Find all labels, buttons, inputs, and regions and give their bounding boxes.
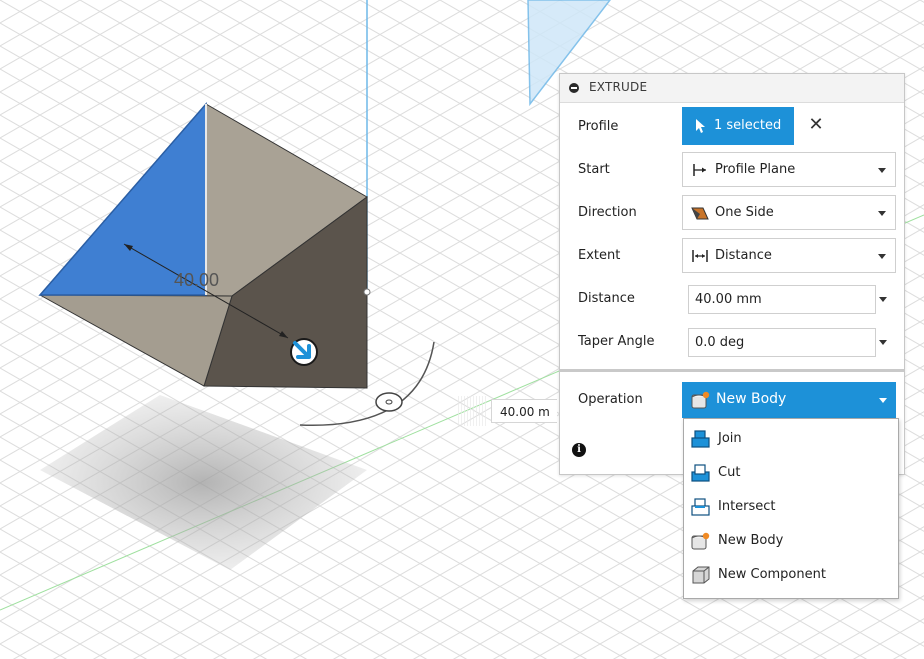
dialog-header[interactable]: EXTRUDE: [560, 74, 904, 103]
distance-dropdown-chevron-icon[interactable]: [879, 297, 887, 302]
operation-label: Operation: [578, 392, 643, 407]
direction-dropdown[interactable]: One Side: [682, 195, 896, 230]
menu-item-label: New Body: [718, 533, 784, 548]
dimension-label: 40.00: [174, 270, 219, 290]
taper-angle-input[interactable]: 0.0 deg: [688, 328, 876, 357]
extrude-dialog: EXTRUDE Profile 1 selected ✕ Start Profi…: [559, 73, 905, 475]
new-body-icon: [691, 391, 710, 409]
extent-value: Distance: [715, 248, 772, 263]
chevron-down-icon: [878, 211, 886, 216]
join-icon: [691, 430, 710, 448]
menu-item-new-body[interactable]: New Body: [684, 524, 898, 558]
extent-label: Extent: [578, 248, 621, 263]
menu-item-label: New Component: [718, 567, 826, 582]
extent-dropdown[interactable]: Distance: [682, 238, 896, 273]
new-component-icon: [692, 566, 710, 584]
direction-value: One Side: [715, 205, 774, 220]
menu-item-intersect[interactable]: Intersect: [684, 490, 898, 524]
distance-icon: [692, 250, 708, 262]
profile-plane-icon: [693, 164, 706, 176]
menu-item-join[interactable]: Join: [684, 422, 898, 456]
cut-icon: [691, 464, 710, 482]
start-dropdown[interactable]: Profile Plane: [682, 152, 896, 187]
start-value: Profile Plane: [715, 162, 796, 177]
cursor-icon: [696, 119, 705, 133]
chevron-down-icon: [879, 398, 887, 403]
start-label: Start: [578, 162, 610, 177]
operation-dropdown[interactable]: New Body: [682, 382, 896, 418]
vertex-handle[interactable]: [363, 288, 371, 296]
distance-input[interactable]: 40.00 mm: [688, 285, 876, 314]
operation-menu: Join Cut Intersect New Body New Componen…: [683, 418, 899, 599]
menu-item-cut[interactable]: Cut: [684, 456, 898, 490]
chevron-down-icon: [878, 254, 886, 259]
canvas-distance-input[interactable]: 40.00 m: [491, 399, 557, 423]
collapse-icon[interactable]: [569, 83, 579, 93]
extrude-arrow-icon[interactable]: [290, 338, 318, 366]
info-icon[interactable]: i: [572, 443, 586, 457]
chevron-down-icon: [878, 168, 886, 173]
menu-item-label: Join: [718, 431, 742, 446]
operation-value: New Body: [716, 391, 787, 407]
one-side-icon: [691, 207, 709, 220]
intersect-icon: [691, 498, 710, 516]
canvas-input-grip[interactable]: [458, 396, 488, 426]
menu-item-new-component[interactable]: New Component: [684, 558, 898, 592]
dialog-separator: [560, 369, 904, 372]
dialog-title: EXTRUDE: [589, 80, 648, 94]
taper-angle-label: Taper Angle: [578, 334, 655, 349]
clear-selection-icon[interactable]: ✕: [806, 115, 826, 135]
taper-handle-icon[interactable]: [375, 392, 403, 412]
menu-item-label: Cut: [718, 465, 741, 480]
distance-label: Distance: [578, 291, 635, 306]
profile-label: Profile: [578, 119, 619, 134]
menu-item-label: Intersect: [718, 499, 776, 514]
profile-selection-button[interactable]: 1 selected: [682, 107, 794, 145]
new-body-icon: [691, 532, 710, 550]
direction-label: Direction: [578, 205, 637, 220]
profile-selection-label: 1 selected: [714, 118, 782, 133]
taper-angle-chevron-icon[interactable]: [879, 340, 887, 345]
